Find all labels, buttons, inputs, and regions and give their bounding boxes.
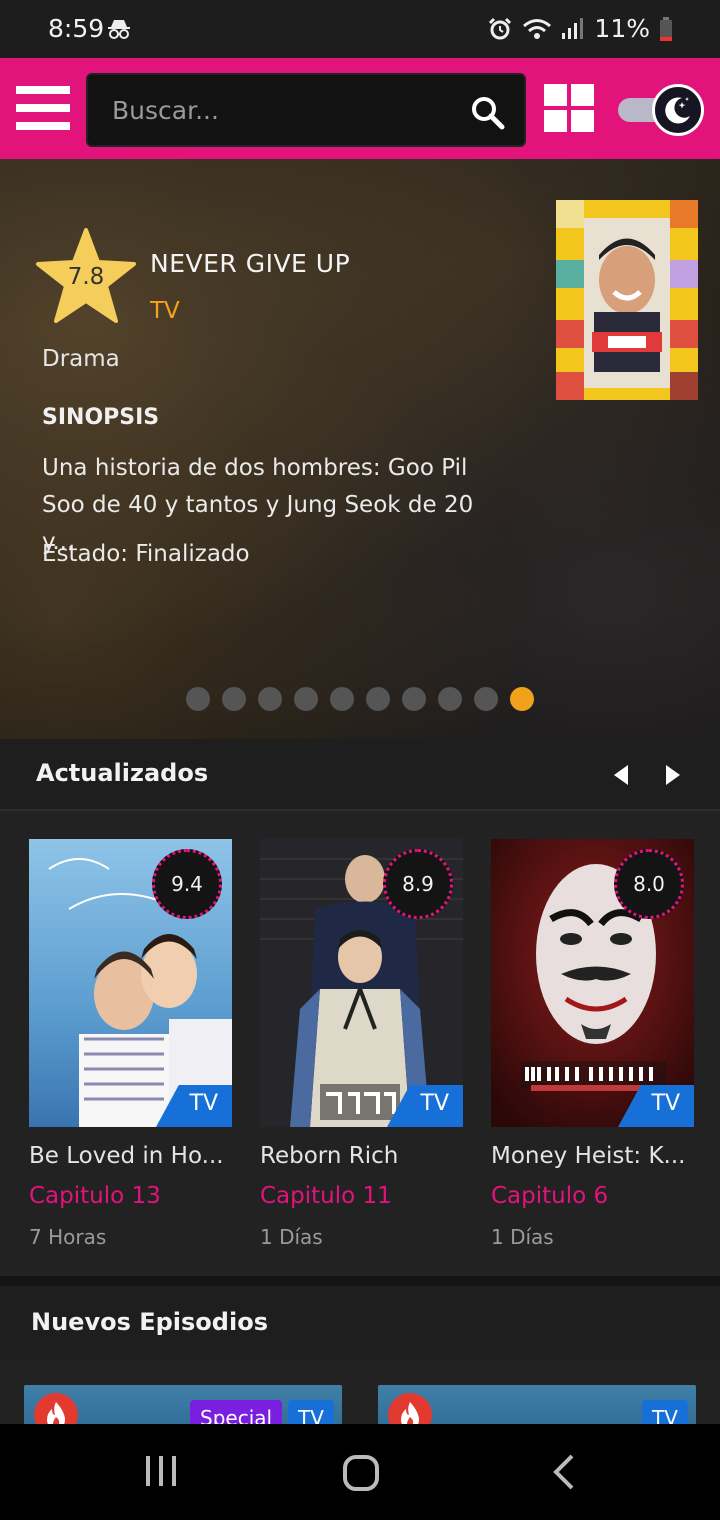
updated-header: Actualizados (0, 739, 720, 811)
series-poster[interactable]: 9.4 TV (29, 839, 232, 1127)
moon-icon[interactable] (652, 84, 704, 136)
search-input[interactable] (112, 75, 452, 145)
fire-icon (34, 1393, 78, 1424)
carousel-dot[interactable] (366, 687, 390, 711)
hero-poster[interactable] (556, 200, 698, 400)
arrow-left-icon[interactable] (612, 763, 630, 787)
episode-label[interactable]: Capitulo 11 (260, 1183, 463, 1209)
new-episodes-header: Nuevos Episodios (0, 1286, 720, 1362)
updated-title: Actualizados (36, 759, 209, 787)
episode-thumb[interactable]: Special TV (24, 1385, 342, 1424)
carousel-dot[interactable] (330, 687, 354, 711)
recents-icon[interactable] (144, 1454, 178, 1488)
hero-genre: Drama (42, 346, 120, 372)
episode-label[interactable]: Capitulo 13 (29, 1183, 232, 1209)
section-divider (0, 1276, 720, 1286)
episode-label[interactable]: Capitulo 6 (491, 1183, 694, 1209)
carousel-dot[interactable] (438, 687, 462, 711)
incognito-icon (108, 20, 130, 39)
search-icon[interactable] (470, 95, 506, 131)
time-ago: 1 Días (491, 1225, 554, 1249)
carousel-dot-active[interactable] (510, 687, 534, 711)
series-title[interactable]: Be Loved in Ho... (29, 1143, 232, 1169)
rating-badge: 9.4 (152, 849, 222, 919)
signal-icon (562, 17, 584, 39)
carousel-dot[interactable] (474, 687, 498, 711)
featured-carousel[interactable]: 7.8 NEVER GIVE UP TV Drama SINOPSIS Una … (0, 159, 720, 739)
battery-percent: 11% (594, 14, 650, 43)
carousel-dot[interactable] (402, 687, 426, 711)
rating-badge: 8.9 (383, 849, 453, 919)
wifi-icon (523, 18, 552, 39)
hero-status: Estado: Finalizado (42, 541, 250, 567)
home-icon[interactable] (342, 1454, 380, 1492)
series-card[interactable]: 9.4 TV Be Loved in Ho... Capitulo 13 7 H… (29, 839, 232, 1249)
hero-type: TV (150, 298, 180, 324)
arrow-right-icon[interactable] (664, 763, 682, 787)
time-ago: 1 Días (260, 1225, 323, 1249)
updated-list: 9.4 TV Be Loved in Ho... Capitulo 13 7 H… (0, 811, 720, 1276)
special-badge: Special (190, 1400, 283, 1424)
top-bar (0, 58, 720, 159)
synopsis-heading: SINOPSIS (42, 405, 160, 430)
carousel-dot[interactable] (222, 687, 246, 711)
carousel-dot[interactable] (258, 687, 282, 711)
hero-score: 7.8 (67, 264, 105, 290)
new-episodes-list: Special TV TV (0, 1360, 720, 1424)
time-ago: 7 Horas (29, 1225, 107, 1249)
series-poster[interactable]: 8.9 TV (260, 839, 463, 1127)
series-title[interactable]: Money Heist: K... (491, 1143, 694, 1169)
back-icon[interactable] (552, 1454, 576, 1490)
series-poster[interactable]: 8.0 TV (491, 839, 694, 1127)
fire-icon (388, 1393, 432, 1424)
alarm-icon (489, 17, 512, 39)
episode-thumb[interactable]: TV (378, 1385, 696, 1424)
grid-icon[interactable] (544, 84, 594, 132)
carousel-dot[interactable] (294, 687, 318, 711)
battery-icon (660, 16, 672, 41)
status-bar: 8:59 11% (0, 0, 720, 58)
new-episodes-title: Nuevos Episodios (31, 1308, 268, 1336)
menu-icon[interactable] (16, 86, 70, 130)
series-card[interactable]: 8.0 TV Money Heist: K... Capitulo 6 1 Dí… (491, 839, 694, 1249)
type-badge: TV (288, 1400, 334, 1424)
carousel-dots (186, 687, 534, 711)
hero-title[interactable]: NEVER GIVE UP (150, 249, 350, 278)
status-time: 8:59 (48, 14, 105, 43)
carousel-dot[interactable] (186, 687, 210, 711)
system-nav-bar (0, 1424, 720, 1520)
rating-badge: 8.0 (614, 849, 684, 919)
series-title[interactable]: Reborn Rich (260, 1143, 463, 1169)
series-card[interactable]: 8.9 TV Reborn Rich Capitulo 11 1 Días (260, 839, 463, 1249)
search-box (86, 73, 526, 147)
type-badge: TV (642, 1400, 688, 1424)
